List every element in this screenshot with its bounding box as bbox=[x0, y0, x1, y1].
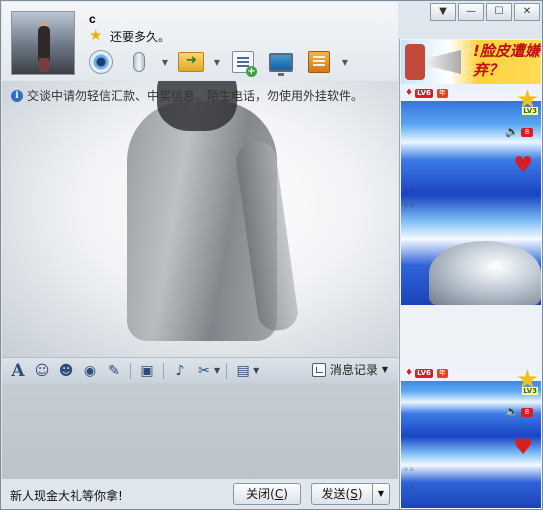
side-panel: !脸皮遭嫌弃？ ♦ LV6 年 ★ LV3 🔈 8 ♥ ◦◦ ◦◦ ♦ LV6 bbox=[399, 39, 542, 509]
voice-chat-button[interactable] bbox=[122, 47, 156, 77]
promo-link[interactable]: 新人现金大礼等你拿! bbox=[10, 487, 123, 504]
toolbox-dropdown[interactable]: ▼ bbox=[253, 366, 259, 375]
app-icon bbox=[308, 51, 330, 73]
screenshot-dropdown[interactable]: ▼ bbox=[214, 366, 220, 375]
history-label: 消息记录 bbox=[329, 363, 378, 377]
send-label: 发送 bbox=[321, 487, 346, 501]
close-shortcut: C bbox=[274, 487, 284, 501]
folder-send-icon bbox=[178, 52, 204, 72]
message-area[interactable]: i 交谈中请勿轻信汇款、中奖信息、陌生电话，勿使用外挂软件。 bbox=[2, 81, 398, 357]
maximize-button[interactable]: ☐ bbox=[486, 3, 512, 21]
chat-window: c ★ 还要多久。 ▼ ▼ ▼ ▼ — ☐ ✕ i 交谈中请勿轻信汇款、中 bbox=[0, 0, 543, 510]
toolbar-divider bbox=[130, 362, 131, 379]
font-icon[interactable]: A bbox=[8, 361, 28, 381]
megaphone-icon bbox=[427, 50, 461, 74]
heart-icon: ♥ bbox=[513, 153, 533, 178]
toolbox-icon[interactable]: ▤ bbox=[233, 361, 253, 381]
message-history-button[interactable]: 消息记录 ▼ bbox=[311, 361, 388, 378]
info-icon: i bbox=[11, 89, 23, 102]
minimize-button[interactable]: — bbox=[458, 3, 484, 21]
speaker-icon: 🔈 bbox=[505, 125, 519, 138]
video-chat-button[interactable] bbox=[84, 47, 118, 77]
applications-dropdown[interactable]: ▼ bbox=[340, 47, 350, 77]
ad-banner[interactable]: !脸皮遭嫌弃？ bbox=[401, 40, 541, 84]
close-window-button[interactable]: ✕ bbox=[514, 3, 540, 21]
close-label: 关闭 bbox=[246, 487, 271, 501]
chat-toolbar: ▼ ▼ ▼ bbox=[84, 46, 350, 78]
contact-show-panel[interactable]: ♦ LV6 年 ★ LV3 🔈 8 ♥ ◦◦ ◦◦ bbox=[401, 85, 541, 305]
security-notice: i 交谈中请勿轻信汇款、中奖信息、陌生电话，勿使用外挂软件。 bbox=[11, 87, 363, 104]
panel-gap bbox=[401, 305, 541, 365]
whiteboard-button[interactable] bbox=[226, 47, 260, 77]
star-level: LV3 bbox=[522, 387, 538, 395]
send-shortcut: S bbox=[350, 487, 358, 501]
image-icon[interactable]: ▣ bbox=[137, 361, 157, 381]
send-button[interactable]: 发送(S) bbox=[311, 483, 373, 505]
year-badge: 年 bbox=[436, 368, 448, 378]
camera-icon bbox=[89, 50, 113, 74]
format-toolbar: A ☺ ☻ ◉ ✎ ▣ ♪ ✂ ▼ ▤ ▼ 消息记录 ▼ bbox=[2, 357, 398, 383]
monitor-icon bbox=[269, 52, 293, 76]
menu-button[interactable]: ▼ bbox=[430, 3, 456, 21]
bottom-bar: 新人现金大礼等你拿! 关闭(C) 发送(S) ▼ bbox=[2, 479, 398, 509]
ad-text: !脸皮遭嫌弃？ bbox=[473, 42, 540, 79]
send-options-dropdown[interactable]: ▼ bbox=[372, 483, 390, 505]
wave-icon: ◦◦ bbox=[403, 185, 415, 196]
volume-badge: 8 bbox=[521, 128, 533, 137]
heart-icon: ♥ bbox=[513, 435, 533, 460]
contact-avatar[interactable] bbox=[11, 11, 75, 75]
send-file-dropdown[interactable]: ▼ bbox=[212, 47, 222, 77]
magic-face-icon[interactable]: ☻ bbox=[56, 361, 76, 381]
star-level: LV3 bbox=[522, 107, 538, 115]
chat-background-image bbox=[97, 81, 307, 357]
voice-chat-dropdown[interactable]: ▼ bbox=[160, 47, 170, 77]
screenshot-scissors-icon[interactable]: ✂ bbox=[194, 361, 214, 381]
applications-button[interactable] bbox=[302, 47, 336, 77]
wave-icon: ◦◦ bbox=[403, 201, 415, 212]
chat-header: c ★ 还要多久。 ▼ ▼ ▼ bbox=[2, 2, 398, 80]
remote-assist-button[interactable] bbox=[264, 47, 298, 77]
level-text: LV6 bbox=[415, 368, 433, 378]
show-stage bbox=[429, 241, 541, 305]
volume-badge: 8 bbox=[521, 408, 533, 417]
level-badge: ♦ LV6 年 bbox=[405, 88, 448, 98]
send-file-button[interactable] bbox=[174, 47, 208, 77]
contact-name[interactable]: c bbox=[89, 12, 96, 26]
graffiti-icon[interactable]: ✎ bbox=[104, 361, 124, 381]
level-text: LV6 bbox=[415, 88, 433, 98]
toolbar-divider bbox=[163, 362, 164, 379]
emoticon-icon[interactable]: ☺ bbox=[32, 361, 52, 381]
toolbar-divider bbox=[226, 362, 228, 379]
wave-icon: ◦◦ bbox=[403, 465, 415, 476]
history-icon bbox=[311, 362, 326, 377]
diamond-icon: ♦ bbox=[405, 368, 414, 378]
avatar-legs bbox=[39, 58, 49, 72]
chevron-down-icon: ▼ bbox=[381, 365, 388, 374]
message-input[interactable] bbox=[2, 383, 398, 479]
window-controls: ▼ — ☐ ✕ bbox=[430, 3, 540, 21]
music-icon[interactable]: ♪ bbox=[170, 361, 190, 381]
year-badge: 年 bbox=[436, 88, 448, 98]
ad-face-image bbox=[405, 44, 425, 80]
diamond-icon: ♦ bbox=[405, 88, 414, 98]
star-icon: ★ bbox=[89, 26, 103, 44]
contact-signature: 还要多久。 bbox=[110, 30, 171, 44]
self-show-panel[interactable]: ♦ LV6 年 ★ LV3 🔈 8 ♥ ◦◦ ◦◦ bbox=[401, 365, 541, 508]
microphone-icon bbox=[133, 52, 145, 72]
wave-icon: ◦◦ bbox=[403, 483, 415, 494]
close-button[interactable]: 关闭(C) bbox=[233, 483, 301, 505]
avatar-figure bbox=[38, 26, 50, 62]
shake-icon[interactable]: ◉ bbox=[80, 361, 100, 381]
whiteboard-icon bbox=[232, 51, 257, 77]
security-notice-text: 交谈中请勿轻信汇款、中奖信息、陌生电话，勿使用外挂软件。 bbox=[27, 89, 364, 103]
level-badge: ♦ LV6 年 bbox=[405, 368, 448, 378]
speaker-icon: 🔈 bbox=[505, 405, 519, 418]
